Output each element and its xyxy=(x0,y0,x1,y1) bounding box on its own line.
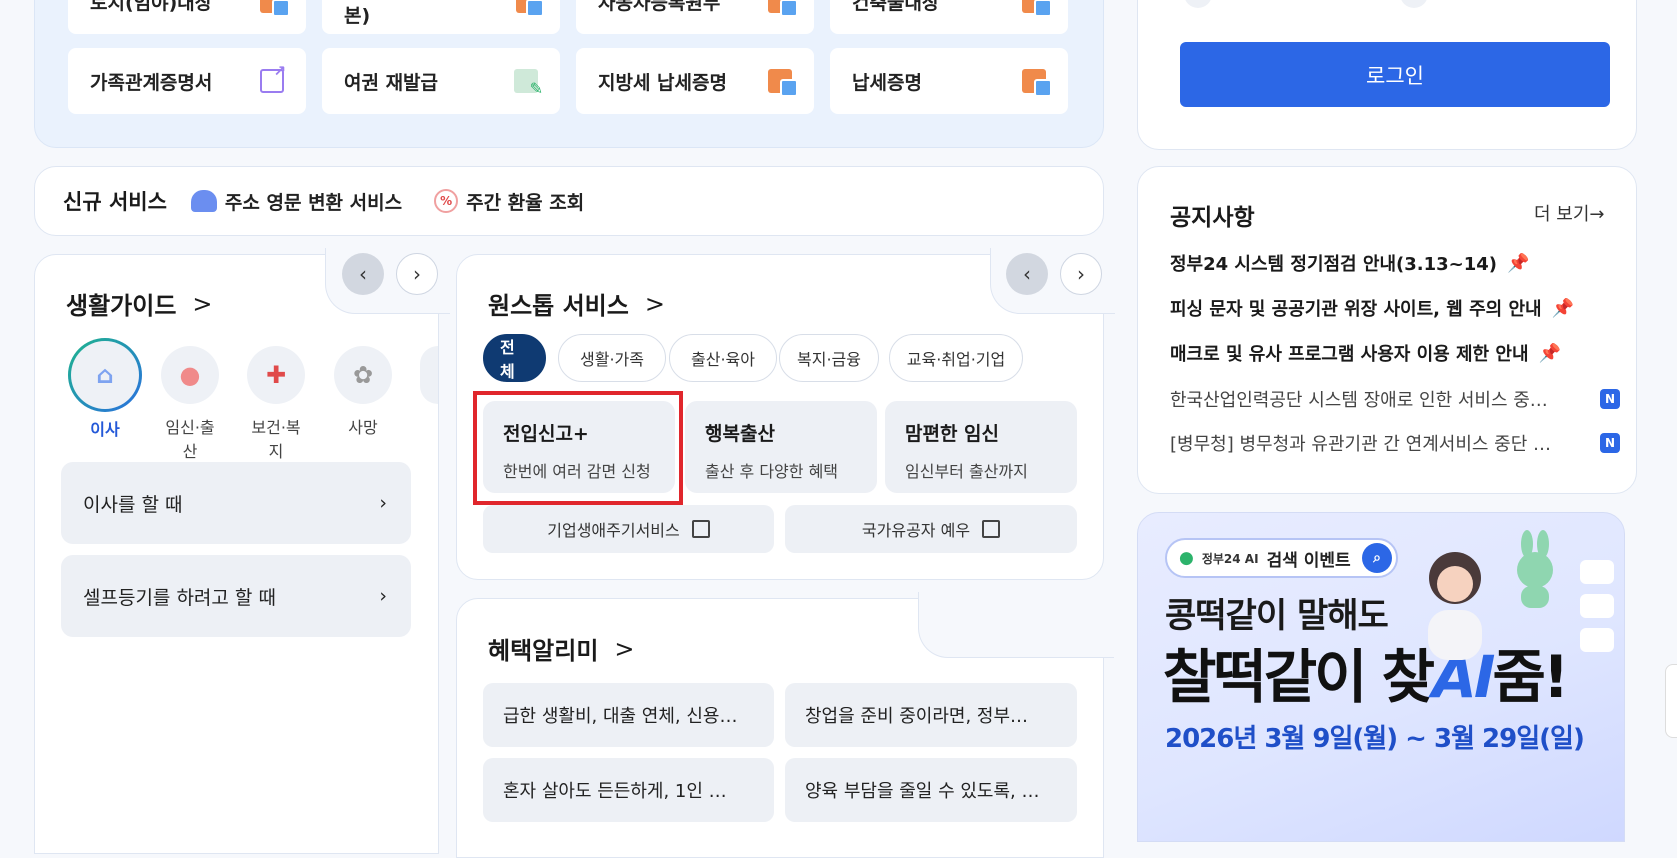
health-cross-icon: ✚ xyxy=(247,346,305,404)
pin-icon: 📌 xyxy=(1538,342,1561,364)
new-services-title: 신규 서비스 xyxy=(63,190,167,214)
banner-date: 2026년 3월 9일(월) ~ 3월 29일(일) xyxy=(1165,724,1585,754)
edit-form-icon xyxy=(514,69,543,98)
chevron-left-icon: ‹ xyxy=(359,262,367,286)
notice-item[interactable]: [병무청] 병무청과 유관기관 간 연계서비스 중단 … N xyxy=(1170,430,1620,456)
chevron-right-icon: › xyxy=(413,262,421,286)
one-stop-prev-button[interactable]: ‹ xyxy=(1006,253,1048,295)
chevron-right-icon: › xyxy=(379,585,387,607)
chevron-left-icon: ‹ xyxy=(1023,262,1031,286)
exchange-rate-link[interactable]: % 주간 환율 조회 xyxy=(434,188,584,215)
category-pregnancy[interactable]: ● 임신·출산 xyxy=(160,346,220,462)
address-english-link[interactable]: 주소 영문 변환 서비스 xyxy=(190,188,402,215)
notice-item[interactable]: 매크로 및 유사 프로그램 사용자 이용 제한 안내 📌 xyxy=(1170,340,1620,366)
login-button[interactable]: 로그인 xyxy=(1180,42,1610,107)
doc-real-estate-register[interactable]: 부동산등기부등본(초본) xyxy=(322,0,560,34)
link-veterans-honor[interactable]: 국가유공자 예우 xyxy=(785,505,1077,553)
chip-welfare-finance[interactable]: 복지·금융 xyxy=(779,334,879,382)
doc-local-tax-cert[interactable]: 지방세 납세증명 xyxy=(576,48,814,114)
category-next-partial xyxy=(420,346,438,404)
pdf-doc-icon xyxy=(260,0,290,17)
banner-search-pill: ● 정부24 AI 검색 이벤트 ⌕ xyxy=(1165,538,1398,578)
link-business-lifecycle[interactable]: 기업생애주기서비스 xyxy=(483,505,774,553)
search-icon: ⌕ xyxy=(1362,543,1392,573)
pdf-doc-icon xyxy=(768,69,798,97)
new-badge: N xyxy=(1600,389,1620,409)
category-death[interactable]: ✿ 사망 xyxy=(333,346,393,438)
guide-row-self-registration[interactable]: 셀프등기를 하려고 할 때 › xyxy=(61,555,411,637)
bunny-mascot-icon: ● xyxy=(1179,548,1194,568)
pregnant-icon: ● xyxy=(161,346,219,404)
pin-icon: 📌 xyxy=(1507,252,1530,274)
person-illustration xyxy=(1428,552,1482,660)
chip-all[interactable]: 전체 xyxy=(483,334,546,382)
bunny-mascot-icon xyxy=(1517,530,1553,608)
chevron-right-icon: › xyxy=(379,492,387,514)
life-guide-title[interactable]: 생활가이드 > xyxy=(66,286,213,321)
pdf-doc-icon xyxy=(1022,69,1052,97)
one-stop-title[interactable]: 원스톱 서비스 > xyxy=(488,286,665,321)
benefit-item[interactable]: 혼자 살아도 든든하게, 1인 … xyxy=(483,758,774,822)
guide-row-moving[interactable]: 이사를 할 때 › xyxy=(61,462,411,544)
flower-icon: ✿ xyxy=(334,346,392,404)
external-link-icon xyxy=(982,520,1001,538)
card-happy-birth[interactable]: 행복출산 출산 후 다양한 혜택 xyxy=(685,401,877,493)
mailbox-icon xyxy=(190,190,217,212)
chevron-right-icon: > xyxy=(614,634,635,663)
notice-item[interactable]: 한국산업인력공단 시스템 장애로 인한 서비스 중… N xyxy=(1170,386,1620,412)
family-icon xyxy=(1580,628,1614,652)
doc-building-register[interactable]: 건축물대장 xyxy=(830,0,1068,34)
category-health[interactable]: ✚ 보건·복지 xyxy=(246,346,306,462)
pdf-doc-icon xyxy=(516,0,544,17)
benefit-item[interactable]: 양육 부담을 줄일 수 있도록, … xyxy=(785,758,1077,822)
benefit-item[interactable]: 창업을 준비 중이라면, 정부… xyxy=(785,683,1077,747)
external-link-icon xyxy=(260,62,286,93)
chevron-right-icon: > xyxy=(644,289,665,318)
notice-title: 공지사항 xyxy=(1170,205,1255,231)
new-badge: N xyxy=(1600,433,1620,453)
doc-tax-cert[interactable]: 납세증명 xyxy=(830,48,1068,114)
home-icon xyxy=(1580,594,1614,618)
chip-education-job[interactable]: 교육·취업·기업 xyxy=(889,334,1023,382)
pin-icon: 📌 xyxy=(1551,297,1575,319)
new-services-bar: 신규 서비스 주소 영문 변환 서비스 % 주간 환율 조회 xyxy=(34,166,1104,236)
highlight-box xyxy=(473,391,683,505)
chevron-right-icon: > xyxy=(192,289,213,318)
life-guide-next-button[interactable]: › xyxy=(396,253,438,295)
notice-more-link[interactable]: 더 보기→ xyxy=(1534,200,1604,226)
chip-life-family[interactable]: 생활·가족 xyxy=(558,334,666,382)
document-icon xyxy=(1580,560,1614,584)
exchange-rate-icon: % xyxy=(434,189,459,213)
chevron-right-icon: › xyxy=(1077,262,1085,286)
external-link-icon xyxy=(691,520,710,538)
house-icon: ⌂ xyxy=(68,338,142,412)
banner-headline-2: 찰떡같이 찾AI줌! xyxy=(1163,643,1569,711)
doc-passport-reissue[interactable]: 여권 재발급 xyxy=(322,48,560,114)
category-moving[interactable]: ⌂ 이사 xyxy=(67,338,143,440)
life-guide-prev-button[interactable]: ‹ xyxy=(342,253,384,295)
notice-item[interactable]: 피싱 문자 및 공공기관 위장 사이트, 웹 주의 안내 📌 xyxy=(1170,295,1620,321)
panel-tab-notch xyxy=(918,592,1114,658)
doc-vehicle-register[interactable]: 자동차등록원부 xyxy=(576,0,814,34)
benefit-item[interactable]: 급한 생활비, 대출 연체, 신용… xyxy=(483,683,774,747)
side-floating-tab[interactable] xyxy=(1665,664,1677,738)
pdf-doc-icon xyxy=(768,0,798,17)
chip-birth-childcare[interactable]: 출산·육아 xyxy=(669,334,777,382)
doc-family-cert[interactable]: 가족관계증명서 xyxy=(68,48,306,114)
pdf-doc-icon xyxy=(1022,0,1052,17)
notice-item[interactable]: 정부24 시스템 정기점검 안내(3.13~14) 📌 xyxy=(1170,250,1620,276)
benefit-alarm-title[interactable]: 혜택알리미 > xyxy=(488,631,635,666)
doc-land-register[interactable]: 토지(임야)대장 xyxy=(68,0,306,34)
card-comfortable-pregnancy[interactable]: 맘편한 임신 임신부터 출산까지 xyxy=(885,401,1077,493)
one-stop-next-button[interactable]: › xyxy=(1060,253,1102,295)
